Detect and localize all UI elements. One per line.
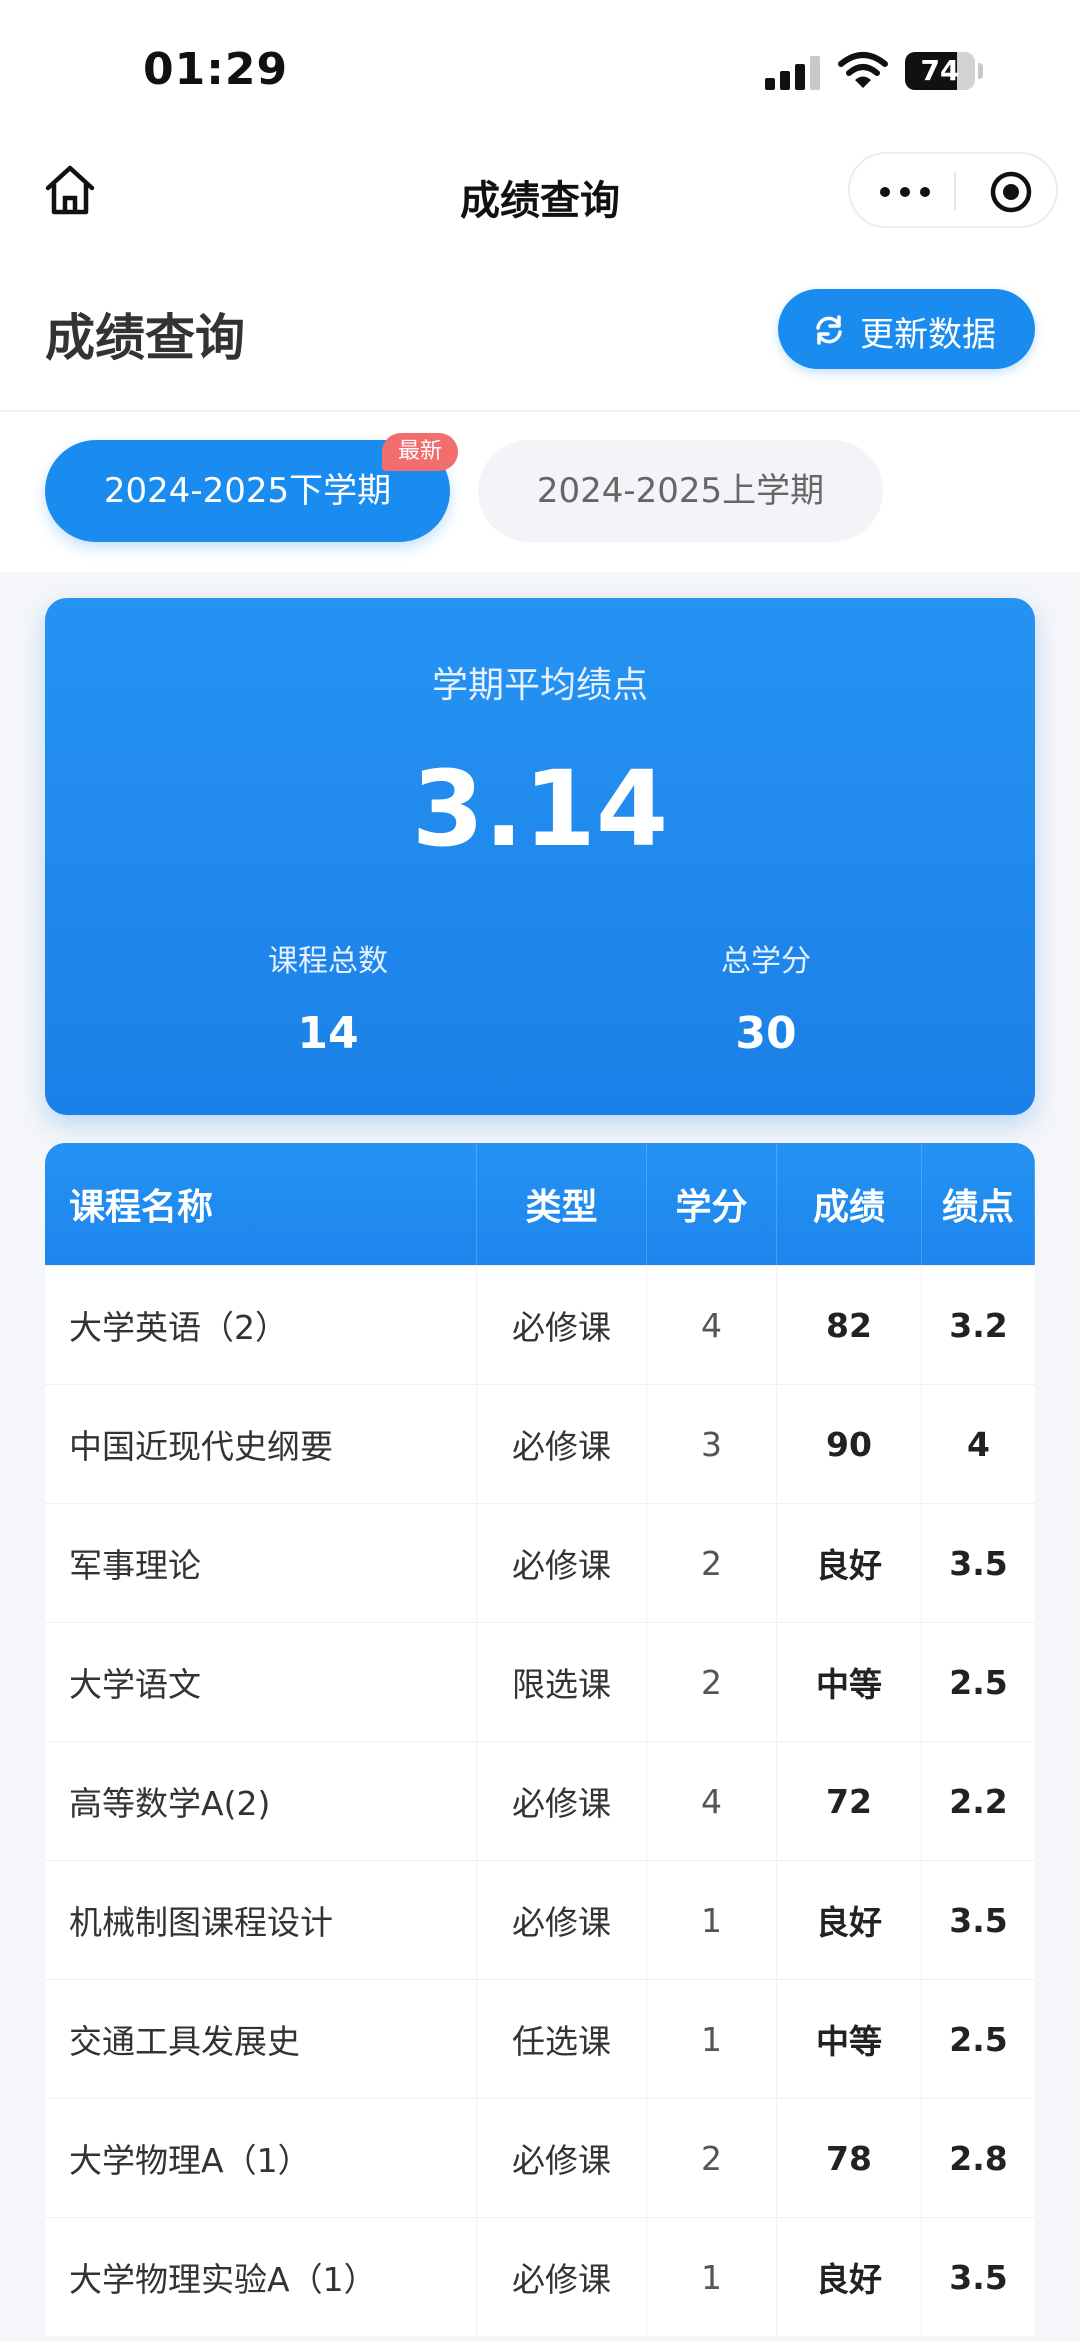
refresh-label: 更新数据 [860,315,996,355]
tab-semester-previous[interactable]: 2024-2025上学期 [478,440,883,542]
table-header: 课程名称 类型 学分 成绩 绩点 [45,1143,1035,1265]
table-row[interactable]: 大学物理实验A（1） 必修课 1 良好 3.5 [45,2217,1035,2336]
course-credits: 2 [647,2099,777,2217]
course-score: 良好 [777,1504,922,1622]
course-score: 90 [777,1385,922,1503]
latest-badge: 最新 [382,433,458,471]
course-name: 中国近现代史纲要 [45,1385,477,1503]
course-type: 必修课 [477,1742,647,1860]
course-gpa: 2.2 [949,1781,1008,1821]
course-type: 限选课 [477,1623,647,1741]
refresh-data-button[interactable]: 更新数据 [778,289,1035,369]
course-score: 中等 [777,1623,922,1741]
course-name: 高等数学A(2) [45,1742,477,1860]
course-gpa: 3.2 [949,1305,1008,1345]
course-gpa: 3.5 [949,1900,1008,1940]
course-type: 任选课 [477,1980,647,2098]
course-name: 机械制图课程设计 [45,1861,477,1979]
gpa-summary-card: 学期平均绩点 3.14 课程总数 14 总学分 30 [45,598,1035,1115]
course-gpa: 4 [967,1424,990,1464]
more-icon[interactable] [880,176,930,206]
course-score: 78 [777,2099,922,2217]
course-credits: 1 [647,1861,777,1979]
course-gpa: 2.5 [949,1662,1008,1702]
status-time: 01:29 [143,44,289,95]
table-row[interactable]: 军事理论 必修课 2 良好 3.5 [45,1503,1035,1622]
battery-icon: 74 [905,52,975,90]
gpa-label: 学期平均绩点 [431,665,648,706]
table-row[interactable]: 大学物理A（1） 必修课 2 78 2.8 [45,2098,1035,2217]
column-header-gpa: 绩点 [922,1143,1035,1265]
course-score: 82 [777,1266,922,1384]
total-credits-stat: 总学分 30 [616,936,916,1059]
course-name: 大学英语（2） [45,1266,477,1384]
course-type: 必修课 [477,1385,647,1503]
course-score: 良好 [777,2218,922,2336]
course-name: 大学语文 [45,1623,477,1741]
column-header-score: 成绩 [777,1143,922,1265]
course-score: 良好 [777,1861,922,1979]
column-header-credits: 学分 [647,1143,777,1265]
status-bar: 01:29 74 [0,0,1080,140]
course-credits: 4 [647,1266,777,1384]
course-name: 大学物理实验A（1） [45,2218,477,2336]
course-type: 必修课 [477,1861,647,1979]
course-count-label: 课程总数 [268,944,388,979]
course-gpa: 2.8 [949,2138,1008,2178]
refresh-icon [816,315,842,345]
page-title: 成绩查询 [45,309,245,367]
course-gpa: 3.5 [949,1543,1008,1583]
course-credits: 1 [647,1980,777,2098]
grades-table: 课程名称 类型 学分 成绩 绩点 大学英语（2） 必修课 4 82 3.2 中国… [45,1143,1035,2336]
course-name: 军事理论 [45,1504,477,1622]
capsule-divider [954,172,956,210]
gpa-value: 3.14 [411,748,669,870]
course-gpa: 3.5 [949,2257,1008,2297]
course-credits: 2 [647,1504,777,1622]
table-row[interactable]: 交通工具发展史 任选课 1 中等 2.5 [45,1979,1035,2098]
course-count-value: 14 [297,1008,359,1059]
top-bar: 01:29 74 [0,0,1080,270]
wifi-icon [838,52,888,88]
course-name: 大学物理A（1） [45,2099,477,2217]
total-credits-value: 30 [735,1008,797,1059]
course-gpa: 2.5 [949,2019,1008,2059]
course-type: 必修课 [477,1504,647,1622]
total-credits-label: 总学分 [721,944,811,979]
course-name: 交通工具发展史 [45,1980,477,2098]
cellular-signal-icon [765,56,823,90]
table-row[interactable]: 高等数学A(2) 必修课 4 72 2.2 [45,1741,1035,1860]
mini-program-capsule [848,152,1058,228]
table-row[interactable]: 机械制图课程设计 必修课 1 良好 3.5 [45,1860,1035,1979]
course-credits: 2 [647,1623,777,1741]
table-row[interactable]: 大学英语（2） 必修课 4 82 3.2 [45,1265,1035,1384]
course-credits: 4 [647,1742,777,1860]
course-count-stat: 课程总数 14 [178,936,478,1059]
column-header-type: 类型 [477,1143,647,1265]
course-score: 72 [777,1742,922,1860]
table-row[interactable]: 中国近现代史纲要 必修课 3 90 4 [45,1384,1035,1503]
course-type: 必修课 [477,2218,647,2336]
battery-level: 74 [920,54,960,87]
course-type: 必修课 [477,1266,647,1384]
course-credits: 3 [647,1385,777,1503]
course-type: 必修课 [477,2099,647,2217]
course-score: 中等 [777,1980,922,2098]
target-icon[interactable] [989,170,1033,214]
battery-tip [978,63,983,79]
table-row[interactable]: 大学语文 限选课 2 中等 2.5 [45,1622,1035,1741]
course-credits: 1 [647,2218,777,2336]
column-header-course: 课程名称 [45,1143,477,1265]
